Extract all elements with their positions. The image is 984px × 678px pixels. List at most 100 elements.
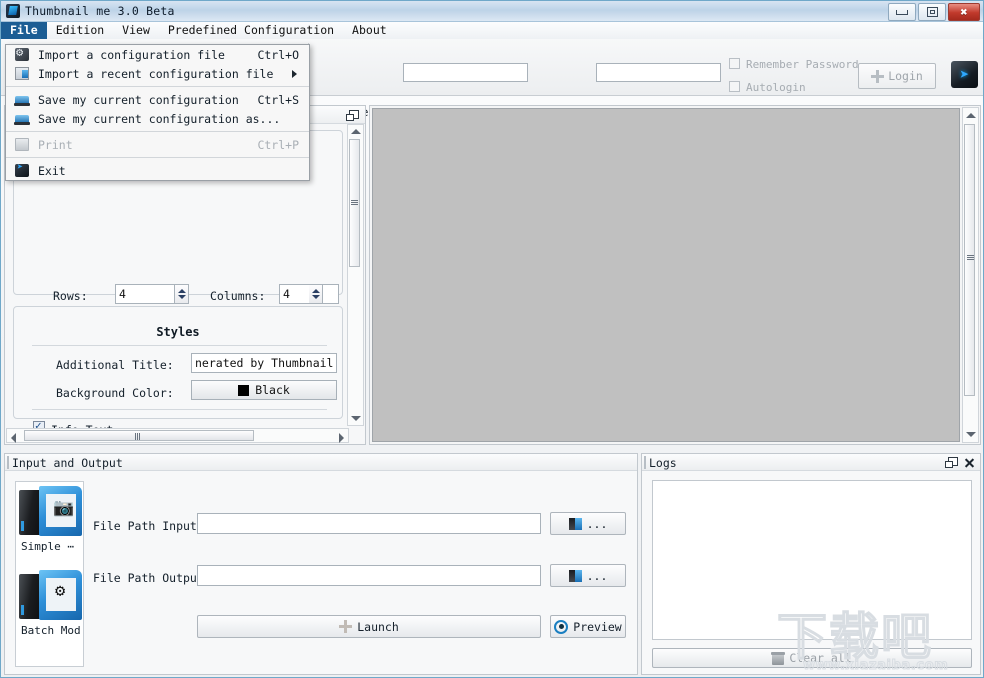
color-swatch-icon	[238, 384, 250, 396]
menu-edition[interactable]: Edition	[47, 22, 113, 39]
submenu-arrow-icon	[292, 70, 297, 78]
menu-item-print: Print Ctrl+P	[6, 135, 309, 154]
logs-float-icon[interactable]	[945, 457, 958, 468]
preview-scroll-down-icon[interactable]	[966, 432, 976, 437]
mode-list: 📷 Simple ⋯ ⚙ Batch Mod	[15, 481, 84, 667]
settings-vertical-scrollbar[interactable]	[347, 124, 364, 426]
menu-separator-2	[6, 131, 309, 132]
menu-item-import-configuration[interactable]: Import a configuration file Ctrl+O	[6, 45, 309, 64]
autologin-checkbox[interactable]	[729, 81, 740, 92]
menu-item-import-configuration-label: Import a configuration file	[38, 47, 225, 62]
launch-sparkle-icon	[339, 620, 352, 633]
menu-separator-1	[6, 86, 309, 87]
input-output-caption-bar: Input and Output	[5, 454, 637, 471]
minimize-button[interactable]	[888, 3, 916, 21]
logs-caption: Logs	[649, 456, 677, 470]
scroll-left-icon[interactable]	[11, 433, 16, 443]
menu-file[interactable]: File	[1, 22, 47, 39]
mode-item-batch[interactable]: ⚙ Batch Mod	[19, 570, 82, 637]
launch-button[interactable]: Launch	[197, 615, 541, 638]
gear-folder-icon: ⚙	[19, 570, 82, 622]
folder-browse-icon-2	[568, 569, 582, 582]
menu-bar: File Edition View Predefined Configurati…	[1, 22, 983, 40]
gear-file-icon	[15, 45, 29, 61]
scroll-grip-icon	[351, 200, 358, 206]
arrow-right-icon: ➤	[959, 64, 970, 84]
mode-label-batch: Batch Mod	[21, 624, 81, 637]
logs-textarea[interactable]	[652, 480, 972, 640]
browse-output-label: ...	[586, 568, 608, 583]
rows-field[interactable]: 4	[115, 284, 175, 304]
menu-item-save-configuration[interactable]: Save my current configuration Ctrl+S	[6, 90, 309, 109]
scroll-down-icon[interactable]	[351, 416, 361, 421]
hscroll-grip-icon	[135, 433, 141, 440]
scroll-up-icon[interactable]	[351, 129, 361, 134]
file-menu-dropdown: Import a configuration file Ctrl+O Impor…	[5, 44, 310, 181]
scroll-right-icon[interactable]	[339, 433, 344, 443]
go-arrow-button[interactable]: ➤	[951, 61, 978, 88]
close-button[interactable]: ✖	[948, 3, 980, 21]
menu-item-exit[interactable]: Exit	[6, 161, 309, 180]
settings-hscroll-thumb[interactable]	[24, 430, 254, 441]
username-input[interactable]	[403, 63, 528, 82]
preview-scroll-grip-icon	[967, 255, 974, 261]
clear-all-label: Clear all	[789, 651, 852, 665]
close-icon: ✖	[960, 5, 968, 19]
camera-folder-icon: 📷	[19, 486, 82, 538]
styles-title: Styles	[156, 325, 200, 339]
preview-scroll-thumb[interactable]	[964, 124, 975, 396]
login-button[interactable]: Login	[858, 63, 936, 89]
browse-input-button[interactable]: ...	[550, 512, 626, 535]
clear-all-button[interactable]: Clear all	[652, 648, 972, 668]
background-color-label: Background Color:	[56, 386, 174, 400]
menu-item-save-configuration-as-label: Save my current configuration as...	[38, 111, 281, 126]
settings-scroll-thumb[interactable]	[349, 139, 360, 267]
browse-output-button[interactable]: ...	[550, 564, 626, 587]
preview-canvas[interactable]	[372, 108, 960, 442]
remember-password-label: Remember Password	[746, 58, 859, 71]
maximize-button[interactable]	[918, 3, 946, 21]
autologin-label: Autologin	[746, 81, 806, 94]
file-path-output-label: File Path Output	[93, 571, 204, 585]
preview-scroll-up-icon[interactable]	[966, 113, 976, 118]
mode-label-simple: Simple ⋯	[21, 540, 74, 553]
logs-close-icon[interactable]	[964, 457, 975, 468]
menu-about[interactable]: About	[343, 22, 396, 39]
preview-button[interactable]: Preview	[550, 615, 626, 638]
background-color-value: Black	[255, 383, 290, 397]
logs-caption-bar: Logs	[642, 454, 980, 471]
file-path-output-field[interactable]	[197, 565, 541, 586]
menu-item-save-configuration-label: Save my current configuration	[38, 92, 239, 107]
maximize-icon	[926, 7, 938, 17]
float-panel-icon[interactable]	[346, 110, 359, 121]
additional-title-field[interactable]: nerated by Thumbnail me	[191, 353, 337, 373]
remember-password-checkbox[interactable]	[729, 58, 740, 69]
menu-item-print-shortcut: Ctrl+P	[257, 137, 299, 152]
preview-vertical-scrollbar[interactable]	[962, 107, 979, 443]
styles-divider-bottom	[32, 409, 327, 410]
recent-file-icon	[15, 67, 29, 80]
app-icon	[6, 4, 20, 18]
save-as-icon	[14, 112, 30, 125]
background-color-button[interactable]: Black	[191, 380, 337, 400]
preview-area	[369, 105, 981, 445]
save-icon	[14, 93, 30, 106]
password-input[interactable]	[596, 63, 721, 82]
settings-horizontal-scrollbar[interactable]	[6, 428, 349, 443]
menu-item-import-recent-label: Import a recent configuration file	[38, 66, 274, 81]
input-output-caption: Input and Output	[12, 456, 123, 470]
menu-item-save-configuration-as[interactable]: Save my current configuration as...	[6, 109, 309, 128]
menu-item-exit-label: Exit	[38, 163, 66, 178]
rows-stepper[interactable]	[175, 284, 189, 304]
mode-item-simple[interactable]: 📷 Simple ⋯	[19, 486, 82, 553]
menu-item-import-recent[interactable]: Import a recent configuration file	[6, 64, 309, 83]
input-output-panel: Input and Output 📷 Simple ⋯ ⚙ Batch Mod …	[4, 453, 638, 675]
columns-stepper[interactable]	[309, 284, 323, 304]
login-button-label: Login	[888, 69, 923, 83]
window-title: Thumbnail me 3.0 Beta	[25, 4, 175, 18]
file-path-input-field[interactable]	[197, 513, 541, 534]
menu-predefined-configuration[interactable]: Predefined Configuration	[159, 22, 343, 39]
logs-panel: Logs Clear all	[641, 453, 981, 675]
exit-icon	[15, 162, 29, 177]
menu-view[interactable]: View	[113, 22, 159, 39]
